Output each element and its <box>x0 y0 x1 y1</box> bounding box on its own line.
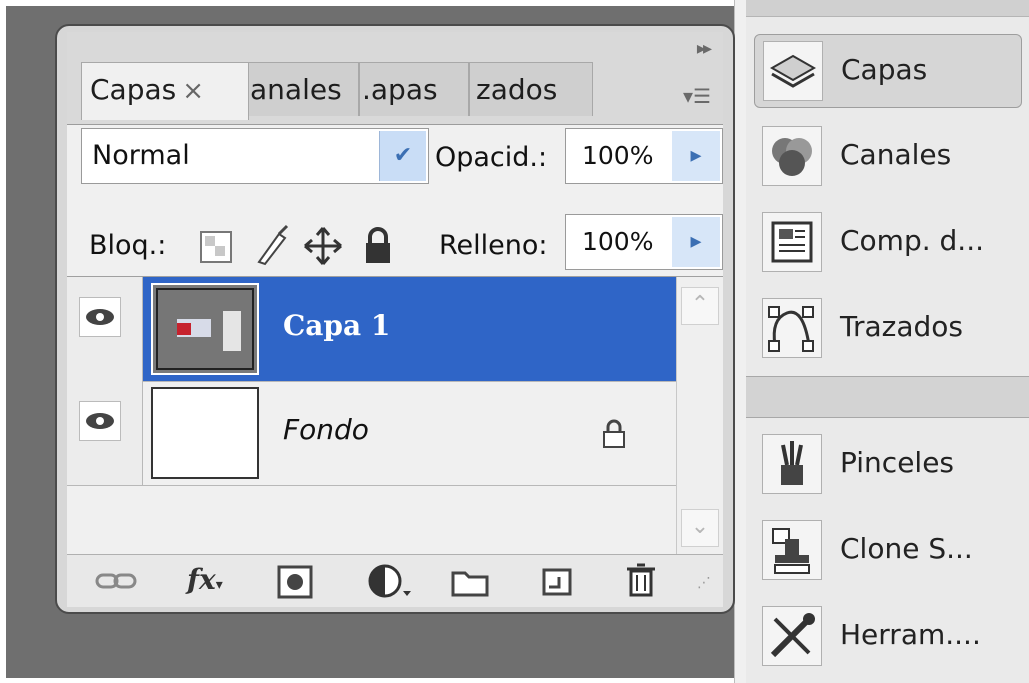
layer-comps-icon <box>762 212 822 272</box>
opacity-arrow-icon[interactable]: ▸ <box>672 131 720 181</box>
eye-icon[interactable] <box>79 297 121 337</box>
collapse-icon[interactable]: ▸▸ <box>697 38 712 59</box>
panel-dock: Capas Canales Comp. d... Trazados Pincel… <box>746 0 1029 683</box>
fill-label: Relleno: <box>439 230 548 261</box>
panel-menu-icon[interactable]: ▾☰ <box>683 84 711 108</box>
tab-capas-label: Capas <box>90 73 177 106</box>
adjustment-layer-icon[interactable] <box>367 563 413 601</box>
panel-tab-bar: Capas × anales .apas zados ▸▸ ▾☰ <box>67 32 723 125</box>
layers-bottom-toolbar: fx▾ ⋰ <box>67 554 723 607</box>
dock-item-comps[interactable]: Comp. d... <box>754 206 1022 280</box>
dock-group-header[interactable] <box>746 376 1029 418</box>
dock-item-pinceles[interactable]: Pinceles <box>754 428 1022 502</box>
layer-name[interactable]: Fondo <box>283 413 369 446</box>
opacity-label: Opacid.: <box>435 142 548 173</box>
dock-item-label: Herram.... <box>840 618 981 651</box>
scroll-up-icon[interactable]: ⌃ <box>681 287 719 325</box>
tab-close-icon[interactable]: × <box>182 76 204 106</box>
layer-thumbnail <box>151 387 259 479</box>
link-layers-icon[interactable] <box>95 567 139 595</box>
new-group-icon[interactable] <box>451 567 489 597</box>
layer-row-capa-1[interactable]: Capa 1 <box>67 277 677 382</box>
layer-name[interactable]: Capa 1 <box>283 309 390 342</box>
tab-trazados[interactable]: zados <box>469 62 593 116</box>
visibility-cell <box>67 381 143 485</box>
tab-canales[interactable]: anales <box>247 62 359 116</box>
tab-canales-label: anales <box>250 73 342 106</box>
clone-source-icon <box>762 520 822 580</box>
layer-row-fondo[interactable]: Fondo <box>67 381 677 486</box>
resize-grip-icon[interactable]: ⋰ <box>697 575 711 591</box>
eye-icon[interactable] <box>79 401 121 441</box>
layers-list: Capa 1 Fondo ⌃ ⌄ <box>67 276 723 555</box>
channels-icon <box>762 126 822 186</box>
lock-brush-icon[interactable] <box>251 224 293 268</box>
dock-item-label: Comp. d... <box>840 224 985 257</box>
layers-panel: Capas × anales .apas zados ▸▸ ▾☰ Normal ✔… <box>55 24 735 614</box>
dock-item-trazados[interactable]: Trazados <box>754 292 1022 366</box>
blend-mode-select[interactable]: Normal ✔ <box>81 128 429 184</box>
layer-thumbnail <box>151 283 259 375</box>
lock-all-icon[interactable] <box>361 226 395 266</box>
opacity-field[interactable]: 100% ▸ <box>565 128 723 184</box>
fill-arrow-icon[interactable]: ▸ <box>672 217 720 267</box>
layers-scrollbar[interactable]: ⌃ ⌄ <box>676 277 723 555</box>
dock-item-label: Pinceles <box>840 446 955 479</box>
tab-comps-label: .apas <box>362 73 438 106</box>
dock-item-herramientas[interactable]: Herram.... <box>754 600 1022 674</box>
fill-value: 100% <box>582 227 654 256</box>
brushes-icon <box>762 434 822 494</box>
tab-comps[interactable]: .apas <box>359 62 469 116</box>
new-layer-icon[interactable] <box>541 567 573 597</box>
tab-trazados-label: zados <box>476 73 558 106</box>
lock-icon <box>603 419 625 448</box>
lock-label: Bloq.: <box>89 230 167 261</box>
paths-icon <box>762 298 822 358</box>
trash-icon[interactable] <box>625 561 657 599</box>
tab-capas[interactable]: Capas × <box>81 62 249 120</box>
opacity-value: 100% <box>582 141 654 170</box>
lock-move-icon[interactable] <box>303 226 343 266</box>
dock-item-label: Clone S... <box>840 532 973 565</box>
chevron-down-icon[interactable]: ✔ <box>379 131 426 181</box>
blend-mode-value: Normal <box>92 140 190 171</box>
dock-item-label: Canales <box>840 138 952 171</box>
fx-icon[interactable]: fx▾ <box>187 563 223 596</box>
dock-item-capas[interactable]: Capas <box>754 34 1022 108</box>
layer-mask-icon[interactable] <box>277 565 313 599</box>
dock-item-label: Capas <box>841 53 928 86</box>
visibility-cell <box>67 277 143 381</box>
tool-presets-icon <box>762 606 822 666</box>
dock-group-header[interactable] <box>746 0 1029 17</box>
fill-field[interactable]: 100% ▸ <box>565 214 723 270</box>
layers-icon <box>763 41 823 101</box>
lock-transparent-icon[interactable] <box>197 228 235 266</box>
dock-item-clone[interactable]: Clone S... <box>754 514 1022 588</box>
dock-item-label: Trazados <box>840 310 964 343</box>
dock-item-canales[interactable]: Canales <box>754 120 1022 194</box>
layers-panel-body: Capas × anales .apas zados ▸▸ ▾☰ Normal ✔… <box>67 32 723 607</box>
scroll-down-icon[interactable]: ⌄ <box>681 509 719 547</box>
